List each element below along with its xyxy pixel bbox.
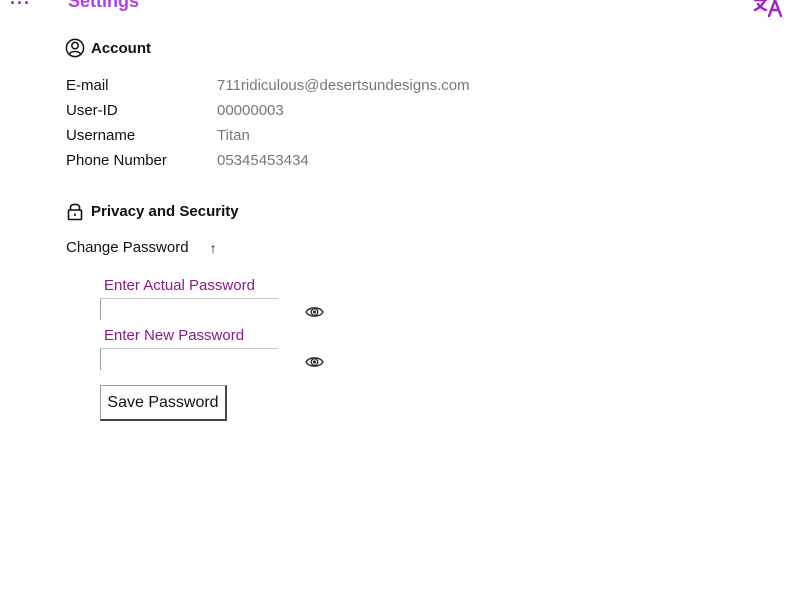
menu-dots-icon[interactable]: ··· [10, 0, 31, 12]
phone-value: 05345453434 [217, 152, 309, 169]
username-label: Username [66, 127, 136, 144]
email-row: E-mail 711ridiculous@desertsundesigns.co… [66, 76, 470, 96]
actual-password-label: Enter Actual Password [104, 277, 255, 294]
user-id-value: 00000003 [217, 102, 284, 119]
phone-label: Phone Number [66, 152, 167, 169]
user-id-label: User-ID [66, 102, 118, 119]
phone-row: Phone Number 05345453434 [66, 151, 309, 171]
lock-icon [65, 201, 85, 221]
actual-password-input[interactable] [100, 298, 278, 320]
privacy-heading: Privacy and Security [65, 201, 239, 221]
show-new-password-eye-icon[interactable] [305, 355, 324, 369]
show-password-eye-icon[interactable] [305, 305, 324, 319]
username-value: Titan [217, 127, 250, 144]
collapse-arrow-icon[interactable]: ↑ [210, 240, 217, 256]
email-label: E-mail [66, 77, 109, 94]
user-circle-icon [65, 38, 85, 58]
new-password-label: Enter New Password [104, 327, 245, 344]
change-password-row: Change Password ↑ [66, 239, 217, 256]
email-value: 711ridiculous@desertsundesigns.com [217, 77, 470, 94]
username-row: Username Titan [66, 126, 250, 146]
save-password-button[interactable]: Save Password [100, 385, 227, 421]
account-heading-label: Account [91, 39, 151, 57]
page-title: Settings [68, 0, 140, 11]
new-password-input[interactable] [100, 348, 278, 370]
translate-icon[interactable] [752, 0, 786, 18]
account-heading: Account [65, 38, 151, 58]
change-password-label: Change Password [66, 239, 189, 256]
settings-page: ··· Settings Account E-mail 711ridiculou… [0, 0, 800, 600]
privacy-heading-label: Privacy and Security [91, 202, 239, 220]
user-id-row: User-ID 00000003 [66, 101, 284, 121]
